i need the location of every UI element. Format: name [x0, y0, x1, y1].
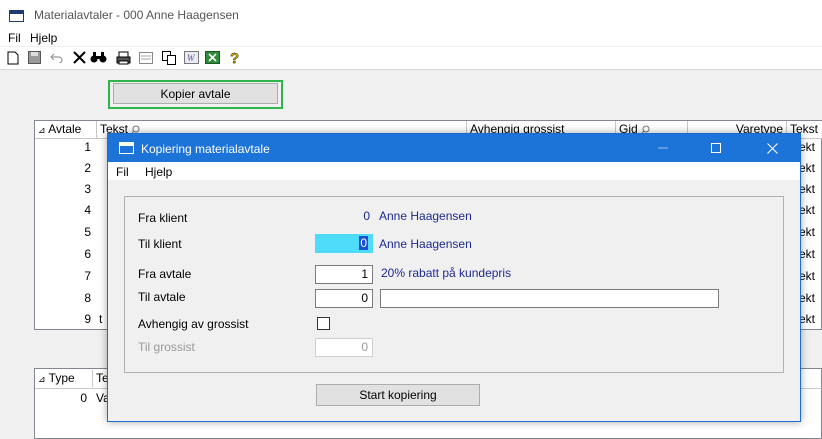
row-avtale-5[interactable]: 5 [35, 223, 97, 242]
dialog-menu-file[interactable]: Fil [116, 165, 129, 179]
til-klient-name: Anne Haagensen [379, 237, 472, 251]
help-icon[interactable]: ? [226, 49, 243, 66]
kopier-avtale-button[interactable]: Kopier avtale [113, 83, 278, 104]
sort-icon: ⊿ [38, 125, 46, 135]
row-avtale-2[interactable]: 2 [35, 159, 97, 178]
row-tekst2-3: ekt [799, 182, 816, 196]
svg-text:?: ? [230, 50, 239, 65]
grossist-label: Avhengig av grossist [138, 317, 249, 331]
fra-klient-label: Fra klient [138, 211, 188, 225]
print-icon[interactable] [115, 49, 132, 66]
close-button[interactable] [749, 134, 795, 162]
row-tekst2-9: ekt [799, 312, 816, 326]
grid2-row-num[interactable]: 0 [35, 389, 93, 408]
til-avtale-text-input[interactable] [380, 289, 719, 308]
fra-avtale-input[interactable]: 1 [315, 265, 373, 284]
fra-avtale-name: 20% rabatt på kundepris [381, 266, 512, 280]
close-icon [766, 142, 778, 154]
til-klient-label: Til klient [138, 237, 182, 251]
col-type-label: Type [48, 371, 75, 385]
dialog-menu-help[interactable]: Hjelp [145, 165, 172, 179]
row-avtale-4[interactable]: 4 [35, 201, 97, 220]
dialog-window-icon [119, 142, 134, 154]
excel-icon[interactable] [204, 49, 221, 66]
word-icon[interactable]: W [183, 49, 200, 66]
row-tekst2-7: ekt [799, 269, 816, 283]
til-klient-input[interactable]: 0 [315, 234, 373, 253]
row-tekst2-1: ekt [799, 140, 816, 154]
start-kopiering-button[interactable]: Start kopiering [316, 384, 480, 406]
undo-icon[interactable] [48, 49, 65, 66]
maximize-button[interactable] [693, 134, 739, 162]
fra-klient-name: Anne Haagensen [379, 209, 472, 223]
fra-avtale-label: Fra avtale [138, 267, 192, 281]
menu-help[interactable]: Hjelp [30, 31, 57, 45]
row-text-9: t [99, 312, 103, 326]
til-grossist-input[interactable]: 0 [315, 338, 373, 357]
row-avtale-8[interactable]: 8 [35, 289, 97, 308]
row-tekst2-6: ekt [799, 247, 816, 261]
maximize-icon [711, 143, 721, 153]
row-tekst2-2: ekt [799, 161, 816, 175]
binoculars-icon[interactable] [90, 49, 107, 66]
form-icon[interactable] [137, 49, 154, 66]
row-avtale-7[interactable]: 7 [35, 267, 97, 286]
copy-icon[interactable] [160, 49, 177, 66]
minimize-button[interactable] [640, 134, 686, 162]
save-icon[interactable] [26, 49, 43, 66]
delete-icon[interactable] [71, 49, 88, 66]
dialog-title: Kopiering materialavtale [141, 142, 270, 156]
til-grossist-label: Til grossist [138, 340, 195, 354]
minimize-icon [658, 147, 668, 149]
sort-icon: ⊿ [38, 374, 46, 384]
row-avtale-1[interactable]: 1 [35, 138, 97, 157]
til-avtale-input[interactable]: 0 [315, 289, 373, 308]
menu-bar [0, 28, 822, 46]
til-avtale-label: Til avtale [138, 290, 186, 304]
col-avtale[interactable]: ⊿ Avtale [35, 121, 97, 138]
dialog-menu-bar [108, 162, 800, 180]
til-klient-value: 0 [359, 236, 368, 250]
col-avtale-label: Avtale [48, 122, 82, 136]
new-doc-icon[interactable] [4, 49, 21, 66]
app-window-icon [9, 10, 24, 22]
col-type[interactable]: ⊿ Type [35, 370, 93, 387]
fra-klient-value: 0 [363, 209, 370, 223]
row-tekst2-5: ekt [799, 225, 816, 239]
row-avtale-3[interactable]: 3 [35, 180, 97, 199]
row-tekst2-8: ekt [799, 291, 816, 305]
row-avtale-9[interactable]: 9 [35, 310, 97, 329]
row-tekst2-4: ekt [799, 203, 816, 217]
row-avtale-6[interactable]: 6 [35, 245, 97, 264]
grossist-checkbox[interactable] [317, 317, 330, 330]
window-title: Materialavtaler - 000 Anne Haagensen [34, 8, 239, 22]
menu-file[interactable]: Fil [8, 31, 21, 45]
